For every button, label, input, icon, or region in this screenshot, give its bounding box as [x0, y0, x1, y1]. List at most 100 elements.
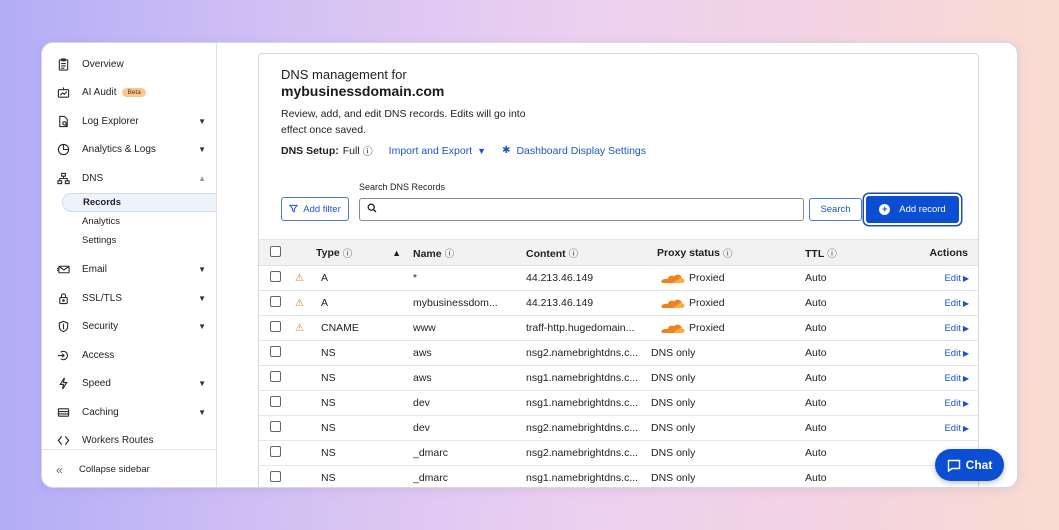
- sidebar-nav: Overview AI Audit Beta Log Explorer ▼ An…: [42, 43, 216, 455]
- caret-right-icon: ▶: [962, 399, 969, 408]
- info-icon[interactable]: ⓘ: [363, 143, 373, 158]
- chevron-up-icon[interactable]: ▲: [198, 174, 206, 183]
- orange-cloud-icon: [661, 299, 685, 308]
- sidebar-item-dns[interactable]: DNS ▲: [42, 164, 216, 193]
- edit-record-button[interactable]: Edit ▶: [944, 373, 969, 384]
- info-icon[interactable]: ⓘ: [343, 246, 353, 260]
- sidebar-item-label: DNS: [82, 172, 104, 184]
- row-checkbox[interactable]: [270, 271, 281, 282]
- record-name: dev: [413, 422, 430, 434]
- row-checkbox[interactable]: [270, 471, 281, 482]
- record-name: www: [413, 322, 436, 334]
- edit-record-button[interactable]: Edit ▶: [944, 298, 969, 309]
- app-window: Overview AI Audit Beta Log Explorer ▼ An…: [41, 42, 1018, 488]
- edit-record-button[interactable]: Edit ▶: [944, 423, 969, 434]
- row-checkbox[interactable]: [270, 396, 281, 407]
- sidebar-item-overview[interactable]: Overview: [42, 50, 216, 79]
- chevron-down-icon[interactable]: ▼: [198, 145, 206, 154]
- filter-icon: [289, 204, 299, 215]
- sidebar: Overview AI Audit Beta Log Explorer ▼ An…: [42, 43, 217, 487]
- add-filter-button[interactable]: Add filter: [281, 197, 349, 221]
- info-icon[interactable]: ⓘ: [445, 249, 455, 260]
- sidebar-item-security[interactable]: Security ▼: [42, 313, 216, 342]
- record-ttl: Auto: [805, 472, 827, 484]
- chevron-down-icon[interactable]: ▼: [198, 322, 206, 331]
- sidebar-item-caching[interactable]: Caching ▼: [42, 398, 216, 427]
- chat-button[interactable]: Chat: [935, 449, 1004, 481]
- chevron-down-icon[interactable]: ▼: [198, 379, 206, 388]
- sidebar-item-label: Log Explorer: [82, 115, 139, 127]
- search-icon: [367, 203, 377, 216]
- sidebar-item-ai-audit[interactable]: AI Audit Beta: [42, 79, 216, 108]
- collapse-sidebar-button[interactable]: « Collapse sidebar: [42, 449, 217, 487]
- row-checkbox[interactable]: [270, 371, 281, 382]
- orange-cloud-icon: [661, 274, 685, 283]
- sidebar-item-label: Workers Routes: [82, 435, 154, 447]
- chevron-down-icon[interactable]: ▼: [198, 408, 206, 417]
- access-icon: [56, 348, 70, 362]
- column-header-proxy-status[interactable]: Proxy status ⓘ: [657, 246, 805, 260]
- sidebar-item-analytics-logs[interactable]: Analytics & Logs ▼: [42, 136, 216, 165]
- chevron-down-icon[interactable]: ▼: [198, 265, 206, 274]
- warning-icon[interactable]: ⚠: [295, 298, 304, 309]
- sidebar-subitem-analytics[interactable]: Analytics: [42, 212, 216, 231]
- sidebar-item-speed[interactable]: Speed ▼: [42, 370, 216, 399]
- column-header-content[interactable]: Content ⓘ: [526, 246, 657, 260]
- info-icon[interactable]: ⓘ: [569, 249, 579, 260]
- sidebar-subitem-settings[interactable]: Settings: [42, 231, 216, 250]
- chevron-down-icon[interactable]: ▼: [198, 117, 206, 126]
- sidebar-item-email[interactable]: Email ▼: [42, 256, 216, 285]
- search-field[interactable]: [359, 198, 804, 221]
- warning-icon[interactable]: ⚠: [295, 273, 304, 284]
- document-search-icon: [56, 114, 70, 128]
- record-ttl: Auto: [805, 322, 827, 334]
- record-proxy-status: Proxied: [657, 272, 805, 284]
- column-header-ttl[interactable]: TTL ⓘ: [805, 246, 915, 260]
- record-content: nsg2.namebrightdns.c...: [526, 422, 639, 434]
- table-row: NS _dmarc nsg1.namebrightdns.c... DNS only A…: [259, 466, 978, 487]
- info-icon[interactable]: ⓘ: [723, 246, 733, 260]
- sidebar-item-label: AI Audit: [82, 87, 117, 99]
- dashboard-display-settings-link[interactable]: ✱ Dashboard Display Settings: [502, 145, 646, 157]
- record-content: traff-http.hugedomain...: [526, 322, 635, 334]
- column-header-type[interactable]: Type ⓘ ▲: [316, 246, 413, 260]
- record-ttl: Auto: [805, 397, 827, 409]
- table-row: NS aws nsg1.namebrightdns.c... DNS only Auto…: [259, 366, 978, 391]
- sidebar-item-label: SSL/TLS: [82, 292, 123, 304]
- row-checkbox[interactable]: [270, 296, 281, 307]
- import-export-label: Import and Export: [388, 144, 473, 157]
- info-icon[interactable]: ⓘ: [827, 249, 837, 260]
- record-content: nsg2.namebrightdns.c...: [526, 347, 639, 359]
- import-export-dropdown[interactable]: Import and Export ▼: [389, 145, 486, 157]
- caret-right-icon: ▶: [962, 299, 969, 308]
- sidebar-item-log-explorer[interactable]: Log Explorer ▼: [42, 107, 216, 136]
- sidebar-subitem-records[interactable]: Records: [62, 192, 216, 212]
- table-row: ⚠ A * 44.213.46.149 Proxied Auto Edit ▶: [259, 266, 978, 291]
- proxy-status-label: DNS only: [651, 397, 696, 409]
- sidebar-item-access[interactable]: Access: [42, 341, 216, 370]
- record-type: NS: [321, 472, 336, 484]
- edit-record-button[interactable]: Edit ▶: [944, 273, 969, 284]
- row-checkbox[interactable]: [270, 446, 281, 457]
- record-content: nsg1.namebrightdns.c...: [526, 397, 639, 409]
- sort-ascending-icon[interactable]: ▲: [392, 248, 401, 258]
- warning-icon[interactable]: ⚠: [295, 323, 304, 334]
- add-filter-label: Add filter: [303, 203, 341, 215]
- search-input[interactable]: [383, 204, 783, 215]
- add-record-button[interactable]: + Add record: [866, 196, 959, 223]
- edit-record-button[interactable]: Edit ▶: [944, 348, 969, 359]
- row-checkbox[interactable]: [270, 421, 281, 432]
- edit-record-button[interactable]: Edit ▶: [944, 323, 969, 334]
- sidebar-item-ssl-tls[interactable]: SSL/TLS ▼: [42, 284, 216, 313]
- row-checkbox[interactable]: [270, 346, 281, 357]
- chevron-down-icon[interactable]: ▼: [198, 294, 206, 303]
- column-header-name[interactable]: Name ⓘ: [413, 246, 526, 260]
- row-checkbox[interactable]: [270, 321, 281, 332]
- proxy-status-label: DNS only: [651, 372, 696, 384]
- select-all-checkbox[interactable]: [270, 245, 281, 257]
- record-name: _dmarc: [413, 472, 449, 484]
- search-button[interactable]: Search: [809, 198, 862, 221]
- edit-record-button[interactable]: Edit ▶: [944, 398, 969, 409]
- caret-right-icon: ▶: [962, 274, 969, 283]
- record-content: nsg1.namebrightdns.c...: [526, 372, 639, 384]
